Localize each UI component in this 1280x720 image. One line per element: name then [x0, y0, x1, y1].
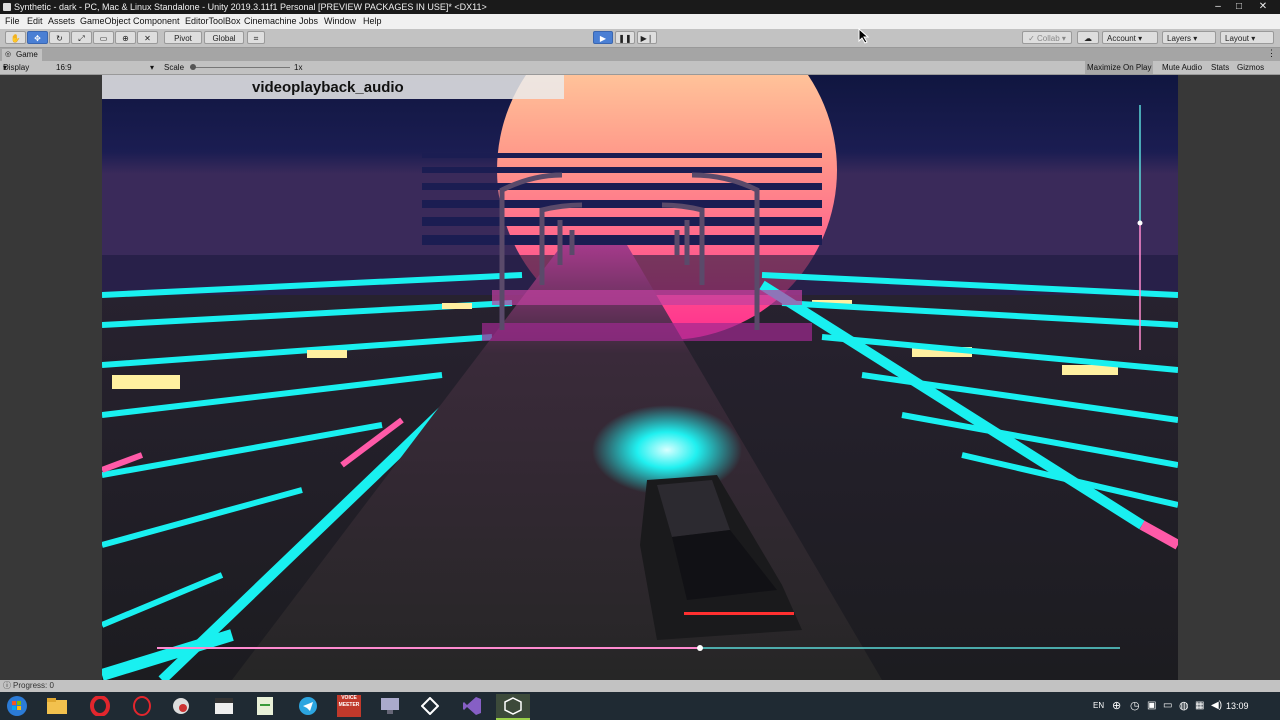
- rect-tool-icon[interactable]: ▭: [93, 31, 114, 44]
- tab-game-label: Game: [16, 50, 38, 59]
- track-progress-marker: [697, 645, 703, 651]
- global-label: Global: [212, 34, 236, 43]
- step-button[interactable]: ▶❘: [637, 31, 657, 44]
- tray-globe-icon[interactable]: ◍: [1179, 692, 1189, 720]
- telegram-icon[interactable]: [295, 694, 321, 718]
- account-dropdown[interactable]: Account ▾: [1102, 31, 1158, 44]
- maximize-button[interactable]: □: [1228, 0, 1250, 14]
- global-toggle[interactable]: Global: [204, 31, 244, 44]
- scale-slider-track[interactable]: [190, 67, 290, 68]
- taskbar: VOICE MEETER EN ⊕ ◷ ▣ ▭ ◍ ▦ ◀) 13:09: [0, 692, 1280, 720]
- mouse-cursor-icon: [858, 28, 870, 44]
- clock[interactable]: 13:09: [1226, 692, 1249, 720]
- menu-bar: File Edit Assets GameObject Component Ed…: [0, 14, 1280, 29]
- pause-button[interactable]: ❚❚: [615, 31, 635, 44]
- visual-studio-icon[interactable]: [459, 694, 485, 718]
- layers-label: Layers: [1167, 34, 1192, 43]
- clapper-icon[interactable]: [211, 694, 237, 718]
- tray-arrow-icon[interactable]: ◷: [1130, 692, 1140, 720]
- unity-icon: [3, 3, 11, 11]
- rotate-tool-icon[interactable]: ↻: [49, 31, 70, 44]
- minimize-button[interactable]: –: [1207, 0, 1229, 14]
- aspect-label: 16:9: [56, 63, 72, 72]
- tab-row: ◎ Game ⋮: [0, 48, 1280, 61]
- scale-tool-icon[interactable]: ⤢: [71, 31, 92, 44]
- game-view[interactable]: videoplayback_audio: [0, 75, 1280, 680]
- grid-snap-icon[interactable]: ⌗: [247, 31, 265, 44]
- layers-dropdown[interactable]: Layers ▾: [1162, 31, 1216, 44]
- layout-label: Layout: [1225, 34, 1250, 43]
- opera-icon[interactable]: [87, 694, 113, 718]
- title-bar: Synthetic - dark - PC, Mac & Linux Stand…: [0, 0, 1280, 14]
- file-explorer-icon[interactable]: [44, 694, 70, 718]
- progress-status: Progress: 0: [13, 681, 54, 690]
- tray-window-icon[interactable]: ▣: [1147, 692, 1156, 720]
- opera-gx-icon[interactable]: [129, 694, 155, 718]
- maximize-on-play-toggle[interactable]: Maximize On Play: [1085, 61, 1154, 74]
- hand-tool-icon[interactable]: ✋: [5, 31, 26, 44]
- status-bar: ⓘ Progress: 0: [0, 680, 1280, 692]
- gamepad-icon: ◎: [5, 51, 12, 58]
- toolbar: ✋ ✥ ↻ ⤢ ▭ ⊕ ✕ Pivot Global ⌗ ▶ ❚❚ ▶❘ ✓ C…: [0, 29, 1280, 48]
- menu-jobs[interactable]: Jobs: [299, 14, 318, 29]
- tab-menu-icon[interactable]: ⋮: [1267, 48, 1276, 59]
- windows-start-icon[interactable]: [4, 694, 30, 718]
- voicemeeter-label: VOICE MEETER: [337, 695, 361, 717]
- transform-tool-icon[interactable]: ⊕: [115, 31, 136, 44]
- game-scene: [102, 75, 1178, 680]
- collab-label: Collab: [1037, 34, 1060, 43]
- video-label: videoplayback_audio: [102, 75, 564, 99]
- notepad-icon[interactable]: [252, 694, 278, 718]
- unity-hub-icon[interactable]: [417, 694, 443, 718]
- cloud-icon[interactable]: ☁: [1077, 31, 1099, 44]
- close-button[interactable]: ✕: [1252, 0, 1274, 14]
- menu-cinemachine[interactable]: Cinemachine: [244, 14, 297, 29]
- pivot-toggle[interactable]: Pivot: [164, 31, 202, 44]
- voicemeeter-icon[interactable]: VOICE MEETER: [336, 694, 362, 718]
- info-icon: ⓘ: [3, 681, 11, 690]
- menu-gameobject[interactable]: GameObject: [80, 14, 131, 29]
- move-tool-icon[interactable]: ✥: [27, 31, 48, 44]
- menu-component[interactable]: Component: [133, 14, 180, 29]
- volume-icon[interactable]: ◀): [1211, 692, 1222, 720]
- mute-audio-toggle[interactable]: Mute Audio: [1160, 61, 1204, 74]
- tray-network-icon[interactable]: ▦: [1195, 692, 1204, 720]
- language-indicator[interactable]: EN: [1093, 692, 1104, 720]
- game-control-bar: Display 1 ▾ 16:9 ▾ Scale 1x Maximize On P…: [0, 61, 1280, 85]
- tray-sync-icon[interactable]: ⊕: [1112, 692, 1121, 720]
- scale-slider-thumb[interactable]: [190, 64, 196, 70]
- scale-value: 1x: [294, 63, 303, 72]
- tab-game[interactable]: ◎ Game: [2, 49, 42, 61]
- monitor-app-icon[interactable]: [377, 694, 403, 718]
- tray-battery-icon[interactable]: ▭: [1163, 692, 1172, 720]
- pivot-label: Pivot: [174, 34, 192, 43]
- menu-help[interactable]: Help: [363, 14, 382, 29]
- menu-file[interactable]: File: [5, 14, 20, 29]
- menu-window[interactable]: Window: [324, 14, 356, 29]
- custom-tool-icon[interactable]: ✕: [137, 31, 158, 44]
- window-title: Synthetic - dark - PC, Mac & Linux Stand…: [14, 2, 487, 12]
- menu-assets[interactable]: Assets: [48, 14, 75, 29]
- display-dropdown[interactable]: Display 1 ▾: [3, 61, 29, 85]
- layout-dropdown[interactable]: Layout ▾: [1220, 31, 1274, 44]
- chevron-down-icon: ▾: [150, 63, 155, 72]
- account-label: Account: [1107, 34, 1136, 43]
- menu-editortoolbox[interactable]: EditorToolBox: [185, 14, 241, 29]
- unity-editor-icon[interactable]: [496, 694, 530, 720]
- stats-toggle[interactable]: Stats: [1209, 61, 1231, 74]
- media-app-icon[interactable]: [168, 694, 194, 718]
- vertical-meter-marker: [1137, 220, 1143, 226]
- play-button[interactable]: ▶: [593, 31, 613, 44]
- gizmos-dropdown[interactable]: Gizmos: [1235, 61, 1266, 74]
- collab-button[interactable]: ✓ Collab ▾: [1022, 31, 1072, 44]
- scale-label: Scale: [164, 63, 185, 72]
- menu-edit[interactable]: Edit: [27, 14, 43, 29]
